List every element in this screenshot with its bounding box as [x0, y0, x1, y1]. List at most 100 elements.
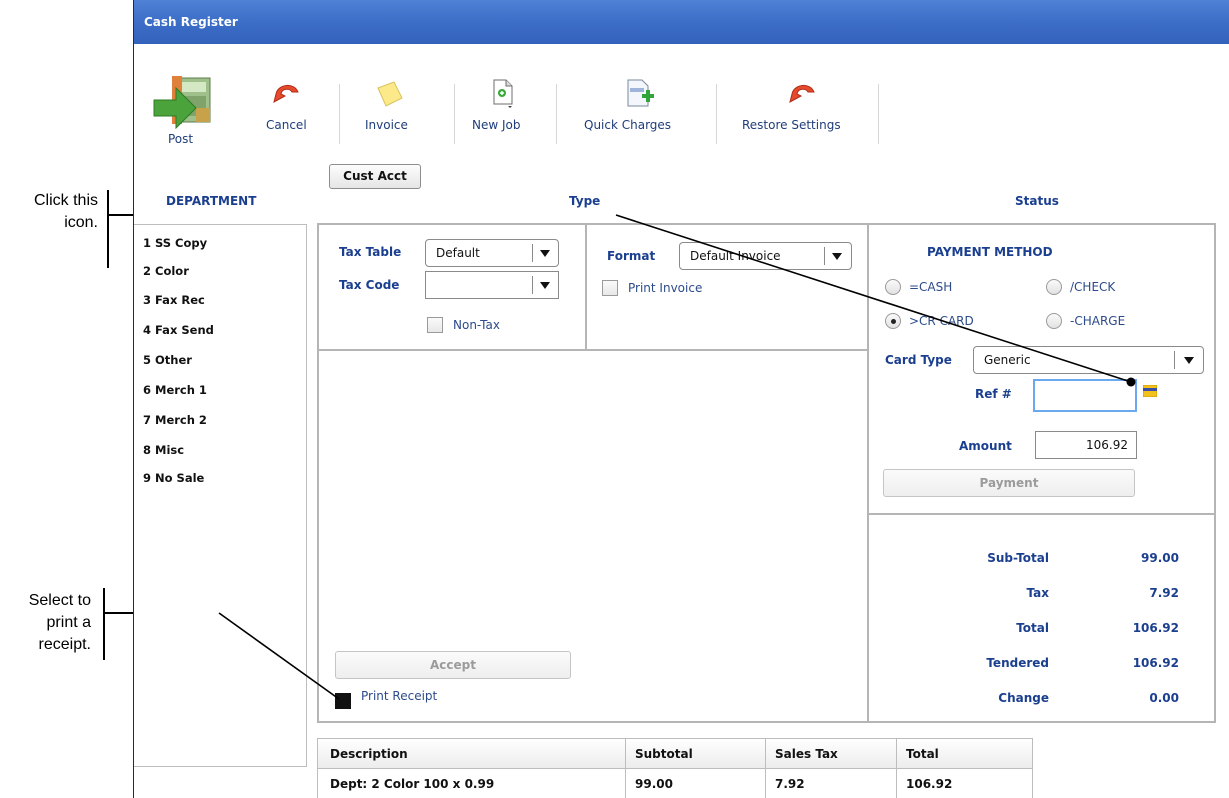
charge-radio[interactable] [1046, 313, 1062, 329]
card-swipe-icon[interactable] [1143, 385, 1157, 397]
tax-code-label: Tax Code [339, 278, 400, 292]
cr-card-label: >CR CARD [909, 314, 974, 328]
print-invoice-checkbox[interactable] [602, 280, 618, 296]
format-select[interactable]: Default Invoice [679, 242, 852, 270]
non-tax-checkbox[interactable] [427, 317, 443, 333]
amount-input[interactable]: 106.92 [1035, 431, 1137, 459]
callout-line: Select to [28, 592, 91, 609]
callout-line: receipt. [38, 636, 91, 653]
total-label: Total [1016, 621, 1049, 635]
new-job-label: New Job [472, 118, 521, 132]
department-item[interactable]: 9 No Sale [143, 471, 204, 485]
department-item[interactable]: 2 Color [143, 264, 189, 278]
change-label: Change [998, 691, 1049, 705]
department-item[interactable]: 3 Fax Rec [143, 293, 205, 307]
payment-panel: PAYMENT METHOD =CASH /CHECK >CR CARD -CH… [867, 223, 1216, 515]
chevron-down-icon [540, 250, 550, 257]
column-header-description[interactable]: Description [330, 747, 408, 761]
print-invoice-label: Print Invoice [628, 281, 703, 295]
subtotal-label: Sub-Total [987, 551, 1049, 565]
type-header: Type [569, 194, 601, 208]
tendered-label: Tendered [986, 656, 1049, 670]
undo-icon [273, 85, 299, 103]
toolbar-separator [454, 84, 455, 144]
quick-charges-label: Quick Charges [584, 118, 672, 132]
tax-table-value: Default [436, 246, 480, 260]
window-title: Cash Register [144, 15, 238, 29]
total-value: 106.92 [1132, 621, 1179, 635]
callout-line: print a [46, 614, 91, 631]
change-value: 0.00 [1149, 691, 1179, 705]
cr-card-radio[interactable] [885, 313, 901, 329]
format-value: Default Invoice [690, 249, 781, 263]
amount-label: Amount [959, 439, 1012, 453]
department-item[interactable]: 1 SS Copy [143, 236, 207, 250]
department-item[interactable]: 4 Fax Send [143, 323, 214, 337]
toolbar-separator [339, 84, 340, 144]
tax-panel: Tax Table Default Tax Code Non-Tax [317, 223, 587, 351]
accept-button[interactable]: Accept [335, 651, 571, 679]
print-receipt-checkbox[interactable] [335, 693, 351, 709]
tendered-value: 106.92 [1132, 656, 1179, 670]
chevron-down-icon [1184, 357, 1194, 364]
grid-column-divider [765, 739, 766, 798]
callout-line: icon. [64, 214, 98, 231]
tax-table-select[interactable]: Default [425, 239, 559, 267]
restore-settings-label: Restore Settings [742, 118, 841, 132]
ref-label: Ref # [975, 387, 1012, 401]
department-list: 1 SS Copy 2 Color 3 Fax Rec 4 Fax Send 5… [134, 224, 307, 767]
cancel-button[interactable]: Cancel [238, 44, 318, 154]
post-icon [153, 76, 211, 130]
column-header-sales-tax[interactable]: Sales Tax [775, 747, 838, 761]
cust-acct-button[interactable]: Cust Acct [329, 164, 421, 189]
invoice-label: Invoice [365, 118, 408, 132]
department-item[interactable]: 6 Merch 1 [143, 383, 207, 397]
payment-button[interactable]: Payment [883, 469, 1135, 497]
new-document-icon [493, 79, 513, 108]
row-subtotal[interactable]: 99.00 [635, 777, 673, 791]
select-divider [532, 276, 533, 294]
post-button[interactable]: Post [150, 44, 220, 154]
subtotal-value: 99.00 [1141, 551, 1179, 565]
grid-column-divider [625, 739, 626, 798]
toolbar-separator [878, 84, 879, 144]
title-bar: Cash Register [134, 0, 1229, 44]
department-item[interactable]: 8 Misc [143, 443, 184, 457]
toolbar: Post Cancel Invoice New Job Quick Charge… [134, 44, 1229, 154]
restore-settings-button[interactable]: Restore Settings [734, 44, 874, 154]
column-header-total[interactable]: Total [906, 747, 939, 761]
card-type-value: Generic [984, 353, 1031, 367]
payment-method-title: PAYMENT METHOD [927, 245, 1053, 259]
new-job-button[interactable]: New Job [462, 44, 542, 154]
cash-register-window: Cash Register Post Cancel Invoice New Jo… [133, 0, 1229, 798]
note-icon [377, 81, 403, 107]
amount-value: 106.92 [1086, 438, 1128, 452]
ref-input[interactable] [1033, 379, 1137, 412]
chevron-down-icon [832, 253, 842, 260]
format-label: Format [607, 249, 656, 263]
column-header-subtotal[interactable]: Subtotal [635, 747, 693, 761]
post-label: Post [168, 132, 194, 146]
invoice-button[interactable]: Invoice [344, 44, 424, 154]
charge-label: -CHARGE [1070, 314, 1126, 328]
callout-click-icon: Click this icon. [0, 190, 98, 234]
check-radio[interactable] [1046, 279, 1062, 295]
card-type-select[interactable]: Generic [973, 346, 1204, 374]
callout-bracket [103, 588, 105, 660]
row-total[interactable]: 106.92 [906, 777, 952, 791]
quick-charges-button[interactable]: Quick Charges [574, 44, 704, 154]
add-document-icon [627, 79, 654, 107]
cash-radio[interactable] [885, 279, 901, 295]
row-description[interactable]: Dept: 2 Color 100 x 0.99 [330, 777, 494, 791]
row-sales-tax[interactable]: 7.92 [775, 777, 805, 791]
tax-code-select[interactable] [425, 271, 559, 299]
totals-panel: Sub-Total 99.00 Tax 7.92 Total 106.92 Te… [867, 513, 1216, 723]
department-item[interactable]: 7 Merch 2 [143, 413, 207, 427]
check-label: /CHECK [1070, 280, 1116, 294]
department-item[interactable]: 5 Other [143, 353, 192, 367]
card-type-label: Card Type [885, 353, 952, 367]
tax-label: Tax [1026, 586, 1049, 600]
non-tax-label: Non-Tax [453, 318, 500, 332]
cancel-label: Cancel [266, 118, 307, 132]
chevron-down-icon [540, 282, 550, 289]
